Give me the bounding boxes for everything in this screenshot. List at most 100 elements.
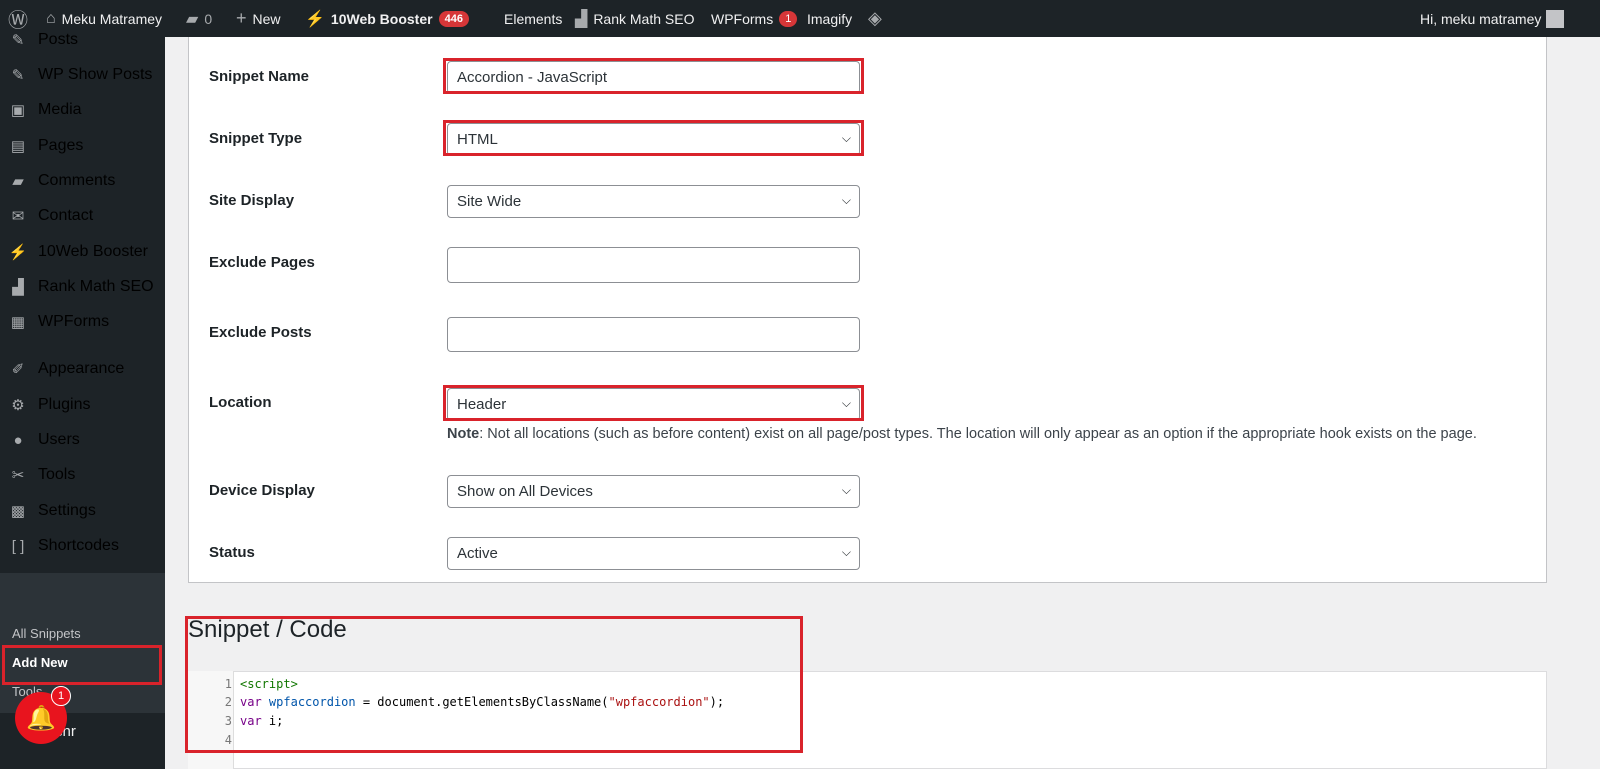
wpforms-link[interactable]: WPForms 1 xyxy=(711,0,798,37)
sidebar-item-label: Settings xyxy=(38,502,96,519)
booster-label: 10Web Booster xyxy=(330,10,433,27)
snippet-type-label: Snippet Type xyxy=(209,130,303,147)
sidebar-item-label: Media xyxy=(38,101,82,118)
sidebar-item-label: Comments xyxy=(38,172,116,189)
diamond-icon[interactable]: ◈ xyxy=(868,0,882,37)
hfcm-submenu: All Snippets Add New Tools xyxy=(0,573,165,713)
line-number: 3 xyxy=(224,714,232,728)
sidebar-item-10web-booster[interactable]: ⚡ 10Web Booster xyxy=(0,235,165,269)
code-line-2: var wpfaccordion = document.getElementsB… xyxy=(240,695,724,709)
imagify-label: Imagify xyxy=(807,10,853,27)
device-display-value: Show on All Devices xyxy=(457,483,593,500)
sidebar-item-wp-show-posts[interactable]: ✎ WP Show Posts xyxy=(0,58,165,92)
sidebar-item-label: Plugins xyxy=(38,396,91,413)
comments-link[interactable]: ▰ 0 xyxy=(186,0,212,37)
site-display-label: Site Display xyxy=(209,192,295,209)
new-content-link[interactable]: + New xyxy=(236,0,281,37)
chevron-down-icon: ⌵ xyxy=(841,193,851,207)
comments-count: 0 xyxy=(204,10,213,27)
sidebar-item-pages[interactable]: ▤ Pages xyxy=(0,129,165,163)
code-editor[interactable] xyxy=(188,671,1547,769)
status-select[interactable]: Active ⌵ xyxy=(447,537,860,570)
settings-icon: ▩ xyxy=(10,503,26,520)
snippet-code-title: Snippet / Code xyxy=(188,616,347,643)
exclude-posts-input[interactable] xyxy=(447,317,860,352)
sidebar-item-appearance[interactable]: ✐ Appearance xyxy=(0,352,165,386)
snippet-name-label: Snippet Name xyxy=(209,68,310,85)
sidebar-item-label: WP Show Posts xyxy=(38,66,153,83)
sidebar-item-rank-math-seo[interactable]: ▟ Rank Math SEO xyxy=(0,270,165,304)
sidebar-item-plugins[interactable]: ⚙ Plugins xyxy=(0,388,165,422)
sidebar-item-label: Posts xyxy=(38,31,79,48)
booster-icon: ⚡ xyxy=(8,244,28,261)
comment-icon: ▰ xyxy=(12,173,24,190)
snippet-name-value: Accordion - JavaScript xyxy=(457,69,608,86)
sidebar-item-label: Appearance xyxy=(38,360,125,377)
code-keyword: var xyxy=(240,714,262,728)
status-value: Active xyxy=(457,545,498,562)
elements-link[interactable]: Elements xyxy=(504,0,562,37)
submenu-all-snippets[interactable]: All Snippets xyxy=(12,626,81,641)
chevron-down-icon: ⌵ xyxy=(841,483,851,497)
sidebar-item-label: Contact xyxy=(38,207,94,224)
sidebar-item-comments[interactable]: ▰ Comments xyxy=(0,164,165,198)
plus-icon: + xyxy=(236,8,247,28)
mail-icon: ✉ xyxy=(11,208,25,225)
site-display-value: Site Wide xyxy=(457,193,522,210)
new-label: New xyxy=(252,10,281,27)
rankmath-label: Rank Math SEO xyxy=(593,10,695,27)
sidebar-item-tools[interactable]: ✂ Tools xyxy=(0,458,165,492)
code-end: ); xyxy=(709,695,725,709)
site-display-select[interactable]: Site Wide ⌵ xyxy=(447,185,860,218)
location-select[interactable]: Header ⌵ xyxy=(447,388,860,421)
code-rest: i; xyxy=(261,714,284,728)
wpforms-label: WPForms xyxy=(711,10,774,27)
exclude-pages-input[interactable] xyxy=(447,247,860,283)
media-icon: ▣ xyxy=(10,102,26,119)
location-value: Header xyxy=(457,396,507,413)
sidebar-item-contact[interactable]: ✉ Contact xyxy=(0,199,165,233)
sidebar-item-label: Tools xyxy=(38,466,76,483)
pin-icon: ✎ xyxy=(11,32,25,49)
user-icon: ● xyxy=(13,431,23,449)
exclude-posts-label: Exclude Posts xyxy=(209,324,312,341)
snippet-settings-panel xyxy=(188,37,1547,583)
sidebar-item-settings[interactable]: ▩ Settings xyxy=(0,494,165,528)
sidebar-item-label: WPForms xyxy=(38,313,110,330)
bell-badge: 1 xyxy=(51,686,71,706)
line-number: 2 xyxy=(224,695,232,709)
location-label: Location xyxy=(209,394,272,411)
booster-link[interactable]: ⚡ 10Web Booster 446 xyxy=(305,0,469,37)
chevron-down-icon: ⌵ xyxy=(841,396,851,410)
sidebar-item-label: Rank Math SEO xyxy=(38,278,154,295)
code-string: "wpfaccordion" xyxy=(608,695,710,709)
code-variable: wpfaccordion xyxy=(268,695,356,709)
user-greeting[interactable]: Hi, meku matramey xyxy=(1420,0,1541,37)
sidebar-item-label: Pages xyxy=(38,137,84,154)
sidebar-item-wpforms[interactable]: ▦ WPForms xyxy=(0,305,165,339)
note-text: : Not all locations (such as before cont… xyxy=(479,426,1477,442)
rankmath-icon: ▟ xyxy=(575,10,588,28)
snippet-type-select[interactable]: HTML ⌵ xyxy=(447,123,860,156)
avatar[interactable] xyxy=(1546,0,1564,37)
device-display-label: Device Display xyxy=(209,482,315,499)
code-keyword: var xyxy=(240,695,262,709)
sidebar-item-media[interactable]: ▣ Media xyxy=(0,93,165,127)
pages-icon: ▤ xyxy=(10,138,26,155)
sidebar-item-posts[interactable]: ✎ Posts xyxy=(0,23,165,57)
brush-icon: ✐ xyxy=(11,361,25,378)
line-number: 1 xyxy=(224,677,232,691)
wrench-icon: ✂ xyxy=(11,467,25,484)
sidebar-item-shortcodes[interactable]: [ ] Shortcodes xyxy=(0,529,165,563)
snippet-type-value: HTML xyxy=(457,131,498,148)
admin-bar: Ⓦ ⌂ Meku Matramey ▰ 0 + New ⚡ 10Web Boos… xyxy=(0,0,1600,37)
plug-icon: ⚙ xyxy=(11,397,25,414)
sidebar-item-users[interactable]: ● Users xyxy=(0,423,165,457)
imagify-link[interactable]: Imagify xyxy=(807,0,852,37)
comment-icon: ▰ xyxy=(186,10,199,28)
rankmath-link[interactable]: ▟ Rank Math SEO xyxy=(575,0,694,37)
snippet-name-input[interactable]: Accordion - JavaScript xyxy=(447,61,860,94)
device-display-select[interactable]: Show on All Devices ⌵ xyxy=(447,475,860,508)
brackets-icon: [ ] xyxy=(11,537,25,555)
submenu-add-new[interactable]: Add New xyxy=(12,655,68,670)
